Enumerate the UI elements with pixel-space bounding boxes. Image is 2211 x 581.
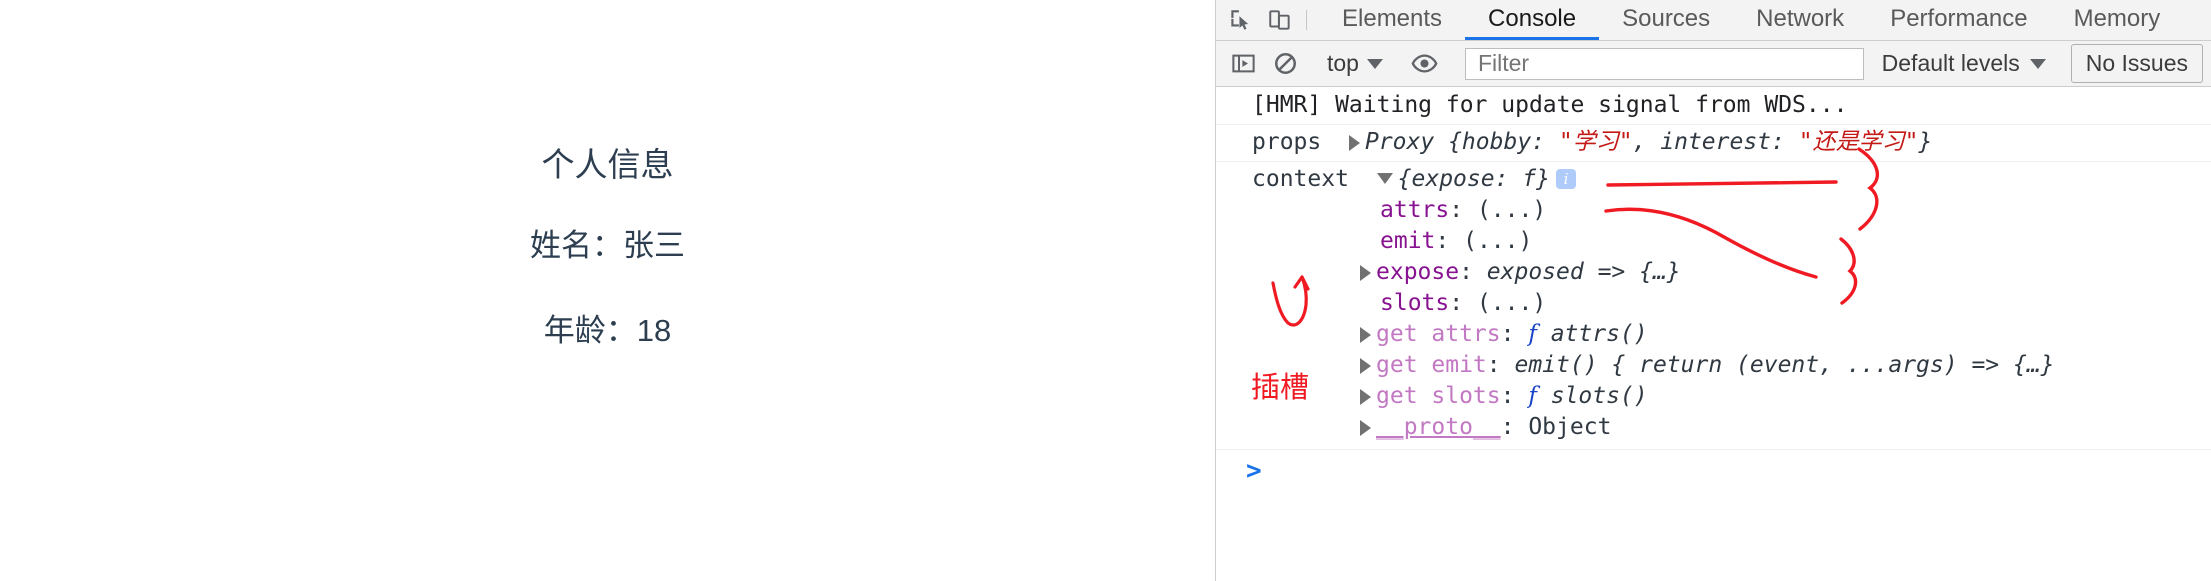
tree-value-proto: Object <box>1528 414 1612 440</box>
page-title: 个人信息 <box>541 146 674 183</box>
console-toolbar: top Default levels No Issues <box>1216 41 2211 87</box>
info-icon[interactable]: i <box>1555 169 1576 189</box>
expand-triangle-icon[interactable] <box>1348 135 1360 151</box>
issues-button[interactable]: No Issues <box>2070 44 2203 83</box>
props-preview-close: } <box>1918 129 1933 155</box>
props-hobby-value: "学习" <box>1558 129 1633 155</box>
person-info-block: 个人信息 姓名：张三 年龄：18 <box>0 145 1215 397</box>
tree-row-expose[interactable]: expose: exposed => {…} <box>1252 257 2211 288</box>
expand-triangle-icon[interactable] <box>1360 327 1371 343</box>
tree-value-attrs[interactable]: (...) <box>1477 197 1546 223</box>
console-output: [HMR] Waiting for update signal from WDS… <box>1216 87 2211 581</box>
tree-row-get-slots[interactable]: get slots: f slots() <box>1252 381 2211 412</box>
devtools-panel: Elements Console Sources Network Perform… <box>1215 0 2211 581</box>
function-glyph-icon: f <box>1528 383 1537 409</box>
expand-triangle-icon[interactable] <box>1360 265 1371 281</box>
console-sidebar-icon[interactable] <box>1222 43 1264 85</box>
expand-triangle-icon[interactable] <box>1360 389 1371 405</box>
context-header: context {expose: f} i <box>1252 164 2211 195</box>
tree-key-slots: slots <box>1380 290 1450 316</box>
console-prompt-row[interactable]: > <box>1216 450 2211 486</box>
prompt-caret-icon: > <box>1246 456 1262 486</box>
devtools-tablist: Elements Console Sources Network Perform… <box>1319 0 2183 40</box>
tree-value-emit[interactable]: (...) <box>1463 228 1532 254</box>
context-label: context <box>1252 166 1349 192</box>
tab-memory[interactable]: Memory <box>2051 0 2184 40</box>
tree-row-attrs[interactable]: attrs: (...) <box>1252 195 2211 226</box>
props-interest-value: "还是学习" <box>1798 129 1919 155</box>
tab-console[interactable]: Console <box>1465 0 1600 40</box>
collapse-triangle-icon[interactable] <box>1376 173 1393 184</box>
execution-context-label: top <box>1327 50 1359 76</box>
console-message-context: context {expose: f} i attrs: (...) emit: … <box>1216 162 2211 450</box>
filter-input[interactable] <box>1475 49 1853 78</box>
filter-input-wrapper[interactable] <box>1464 47 1864 80</box>
function-glyph-icon: f <box>1528 321 1537 347</box>
tree-row-slots[interactable]: slots: (...) <box>1252 288 2211 319</box>
expand-triangle-icon[interactable] <box>1360 358 1371 374</box>
tab-elements[interactable]: Elements <box>1319 0 1465 40</box>
execution-context-selector[interactable]: top <box>1319 50 1391 77</box>
toolbar-divider <box>1306 10 1307 30</box>
person-name-line: 姓名：张三 <box>530 227 685 263</box>
tree-value-get-attrs: attrs() <box>1550 321 1648 347</box>
person-age-line: 年龄：18 <box>543 312 672 348</box>
clear-console-icon[interactable] <box>1264 43 1306 85</box>
tab-network[interactable]: Network <box>1733 0 1867 40</box>
live-expression-eye-icon[interactable] <box>1404 43 1446 85</box>
tree-row-proto[interactable]: __proto__: Object <box>1252 412 2211 443</box>
chevron-down-icon <box>2029 58 2046 69</box>
tree-key-emit: emit <box>1380 228 1436 254</box>
expand-triangle-icon[interactable] <box>1360 420 1371 436</box>
tree-row-get-attrs[interactable]: get attrs: f attrs() <box>1252 319 2211 350</box>
chevron-down-icon <box>1366 58 1383 69</box>
log-levels-label: Default levels <box>1881 50 2020 76</box>
tree-value-get-emit: emit() { return (event, ...args) => {…} <box>1514 352 2055 378</box>
devtools-tabbar: Elements Console Sources Network Perform… <box>1216 0 2211 41</box>
context-type: {expose: f} <box>1397 166 1550 192</box>
tree-value-get-slots: slots() <box>1550 383 1648 409</box>
browser-page-viewport: 个人信息 姓名：张三 年龄：18 <box>0 0 1215 581</box>
screen-root: 个人信息 姓名：张三 年龄：18 Elements Console Source… <box>0 0 2211 581</box>
tab-sources[interactable]: Sources <box>1599 0 1733 40</box>
tree-key-expose: expose <box>1376 259 1460 285</box>
tab-performance[interactable]: Performance <box>1867 0 2050 40</box>
props-type: Proxy <box>1364 129 1435 155</box>
tree-key-get-emit: get emit <box>1376 352 1487 378</box>
tree-key-get-attrs: get attrs <box>1376 321 1501 347</box>
device-toolbar-icon[interactable] <box>1260 0 1300 40</box>
inspect-element-icon[interactable] <box>1220 0 1260 40</box>
console-message-props: props Proxy {hobby: "学习", interest: "还是学… <box>1216 125 2211 162</box>
tree-row-get-emit[interactable]: get emit: emit() { return (event, ...arg… <box>1252 350 2211 381</box>
console-message-hmr: [HMR] Waiting for update signal from WDS… <box>1216 87 2211 125</box>
props-label: props <box>1252 129 1322 155</box>
tree-row-emit[interactable]: emit: (...) <box>1252 226 2211 257</box>
hmr-text: [HMR] Waiting for update signal from WDS… <box>1252 92 1848 118</box>
tree-value-slots[interactable]: (...) <box>1477 290 1546 316</box>
log-levels-selector[interactable]: Default levels <box>1870 50 2058 77</box>
tree-key-attrs: attrs <box>1380 197 1450 223</box>
props-preview-sep: , interest: <box>1632 129 1799 155</box>
tree-key-get-slots: get slots <box>1376 383 1501 409</box>
tree-value-expose: exposed => {…} <box>1486 259 1681 285</box>
props-preview-open: {hobby: <box>1448 129 1559 155</box>
tree-key-proto: __proto__ <box>1376 414 1501 440</box>
